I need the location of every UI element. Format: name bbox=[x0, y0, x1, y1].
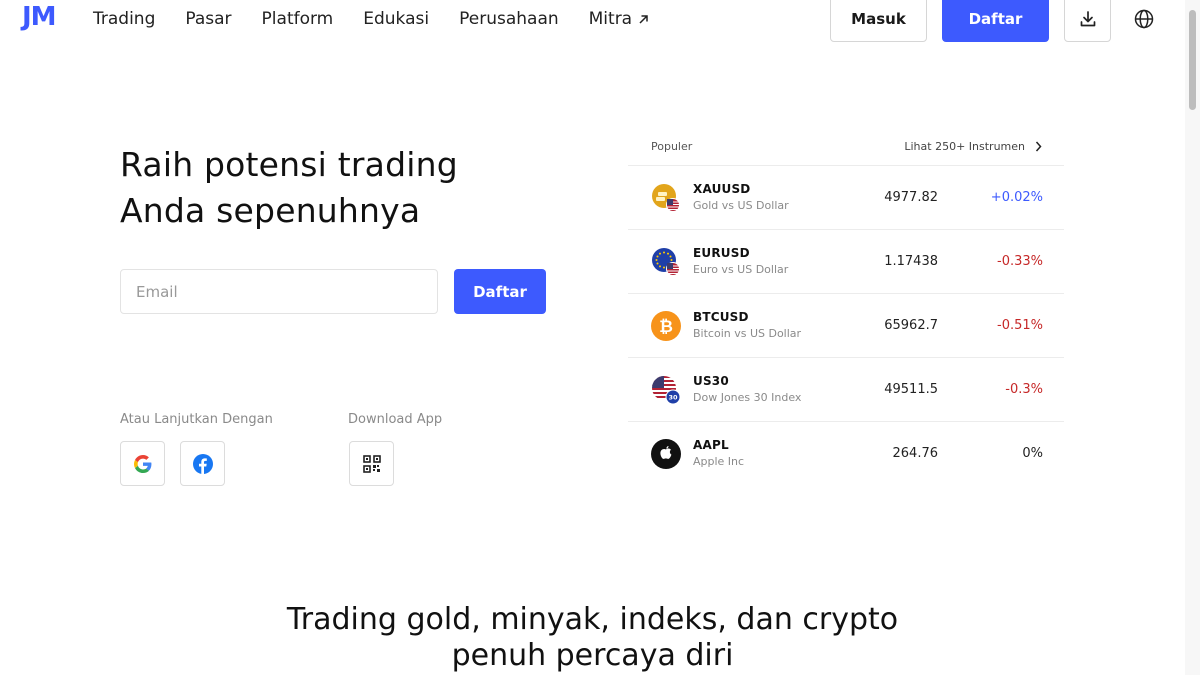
social-login-label: Atau Lanjutkan Dengan bbox=[120, 412, 273, 427]
instrument-symbol: EURUSD bbox=[693, 246, 750, 260]
hero-title-line2: Anda sepenuhnya bbox=[120, 191, 421, 230]
section-headline-line2: penuh percaya diri bbox=[451, 638, 734, 673]
menu-item-edukasi[interactable]: Edukasi bbox=[363, 9, 429, 29]
instrument-change: -0.33% bbox=[997, 254, 1043, 269]
svg-text:30: 30 bbox=[668, 394, 678, 402]
instrument-change: -0.3% bbox=[1005, 382, 1043, 397]
section-headline-line1: Trading gold, minyak, indeks, dan crypto bbox=[286, 602, 899, 637]
chevron-right-icon bbox=[1035, 141, 1042, 152]
menu-item-pasar[interactable]: Pasar bbox=[185, 9, 231, 29]
facebook-icon bbox=[192, 453, 213, 474]
view-all-instruments-link[interactable]: Lihat 250+ Instrumen bbox=[904, 140, 1042, 153]
register-button[interactable]: Daftar bbox=[942, 0, 1049, 42]
menu-item-platform[interactable]: Platform bbox=[262, 9, 334, 29]
menu-item-perusahaan[interactable]: Perusahaan bbox=[459, 9, 559, 29]
menu-item-label: Mitra bbox=[588, 9, 633, 29]
instrument-row-aapl[interactable]: AAPL Apple Inc 264.76 0% bbox=[628, 422, 1064, 486]
instrument-row-us30[interactable]: 30 US30 Dow Jones 30 Index 49511.5 -0.3% bbox=[628, 358, 1064, 422]
scrollbar[interactable] bbox=[1185, 0, 1200, 675]
qr-code-button[interactable] bbox=[349, 441, 394, 486]
instrument-price: 49511.5 bbox=[884, 382, 938, 397]
logo[interactable]: JM bbox=[22, 2, 57, 32]
menu-item-mitra[interactable]: Mitra bbox=[589, 9, 649, 29]
language-button[interactable] bbox=[1130, 5, 1158, 33]
instrument-symbol: BTCUSD bbox=[693, 310, 749, 324]
bitcoin-icon: ₿ bbox=[651, 311, 681, 341]
instrument-symbol: US30 bbox=[693, 374, 729, 388]
instrument-description: Dow Jones 30 Index bbox=[693, 391, 802, 404]
menu-item-trading[interactable]: Trading bbox=[93, 9, 155, 29]
top-navbar: JM Trading Pasar Platform Edukasi Perusa… bbox=[0, 0, 1185, 42]
google-icon bbox=[133, 454, 151, 473]
menu-item-label: Edukasi bbox=[363, 9, 430, 29]
instrument-names: EURUSD Euro vs US Dollar bbox=[693, 246, 788, 276]
instrument-names: XAUUSD Gold vs US Dollar bbox=[693, 182, 789, 212]
instrument-description: Apple Inc bbox=[693, 455, 745, 468]
google-login-button[interactable] bbox=[120, 441, 165, 486]
qr-code-icon bbox=[362, 454, 381, 473]
instrument-description: Gold vs US Dollar bbox=[693, 199, 789, 212]
menu-item-label: Trading bbox=[93, 9, 156, 29]
instrument-symbol: XAUUSD bbox=[693, 182, 751, 196]
external-arrow-icon bbox=[639, 14, 648, 24]
instrument-names: AAPL Apple Inc bbox=[693, 438, 744, 468]
view-all-label: Lihat 250+ Instrumen bbox=[904, 140, 1025, 153]
instrument-row-eurusd[interactable]: EURUSD Euro vs US Dollar 1.17438 -0.33% bbox=[628, 230, 1064, 294]
instrument-description: Bitcoin vs US Dollar bbox=[693, 327, 802, 340]
instrument-price: 65962.7 bbox=[884, 318, 938, 333]
eu-flag-icon bbox=[652, 248, 680, 276]
menu-item-label: Platform bbox=[261, 9, 334, 29]
hero-title-line1: Raih potensi trading bbox=[120, 145, 458, 184]
instrument-row-xauusd[interactable]: XAUUSD Gold vs US Dollar 4977.82 +0.02% bbox=[628, 166, 1064, 230]
instrument-price: 1.17438 bbox=[884, 254, 938, 269]
us-flag-icon: 30 bbox=[652, 376, 681, 405]
instrument-price: 264.76 bbox=[892, 446, 939, 461]
instrument-names: BTCUSD Bitcoin vs US Dollar bbox=[693, 310, 801, 340]
instrument-row-btcusd[interactable]: ₿ BTCUSD Bitcoin vs US Dollar 65962.7 -0… bbox=[628, 294, 1064, 358]
instrument-description: Euro vs US Dollar bbox=[693, 263, 789, 276]
download-button[interactable] bbox=[1064, 0, 1111, 42]
instrument-symbol: AAPL bbox=[693, 438, 729, 452]
menu-item-label: Perusahaan bbox=[459, 9, 559, 29]
instrument-names: US30 Dow Jones 30 Index bbox=[693, 374, 801, 404]
popular-label: Populer bbox=[651, 140, 693, 153]
apple-icon bbox=[651, 439, 681, 469]
popular-instruments-table: Populer Lihat 250+ Instrumen XAUUSD Gold… bbox=[628, 128, 1064, 486]
instrument-price: 4977.82 bbox=[884, 190, 938, 205]
gold-icon bbox=[652, 184, 680, 212]
hero-title: Raih potensi trading Anda sepenuhnya bbox=[120, 142, 560, 234]
main-menu: Trading Pasar Platform Edukasi Perusahaa… bbox=[93, 9, 679, 29]
instrument-change: -0.51% bbox=[997, 318, 1043, 333]
hero-register-button[interactable]: Daftar bbox=[454, 269, 546, 314]
download-icon bbox=[1080, 11, 1095, 27]
login-button[interactable]: Masuk bbox=[830, 0, 927, 42]
menu-item-label: Pasar bbox=[185, 9, 232, 29]
section-headline: Trading gold, minyak, indeks, dan crypto… bbox=[0, 602, 1185, 674]
globe-icon bbox=[1134, 9, 1154, 29]
download-app-label: Download App bbox=[348, 412, 443, 427]
instrument-change: 0% bbox=[1022, 446, 1043, 461]
instrument-change: +0.02% bbox=[990, 190, 1043, 205]
email-input[interactable] bbox=[120, 269, 438, 314]
scrollbar-thumb[interactable] bbox=[1189, 10, 1196, 110]
table-header: Populer Lihat 250+ Instrumen bbox=[628, 128, 1064, 166]
facebook-login-button[interactable] bbox=[180, 441, 225, 486]
svg-text:₿: ₿ bbox=[659, 317, 673, 337]
